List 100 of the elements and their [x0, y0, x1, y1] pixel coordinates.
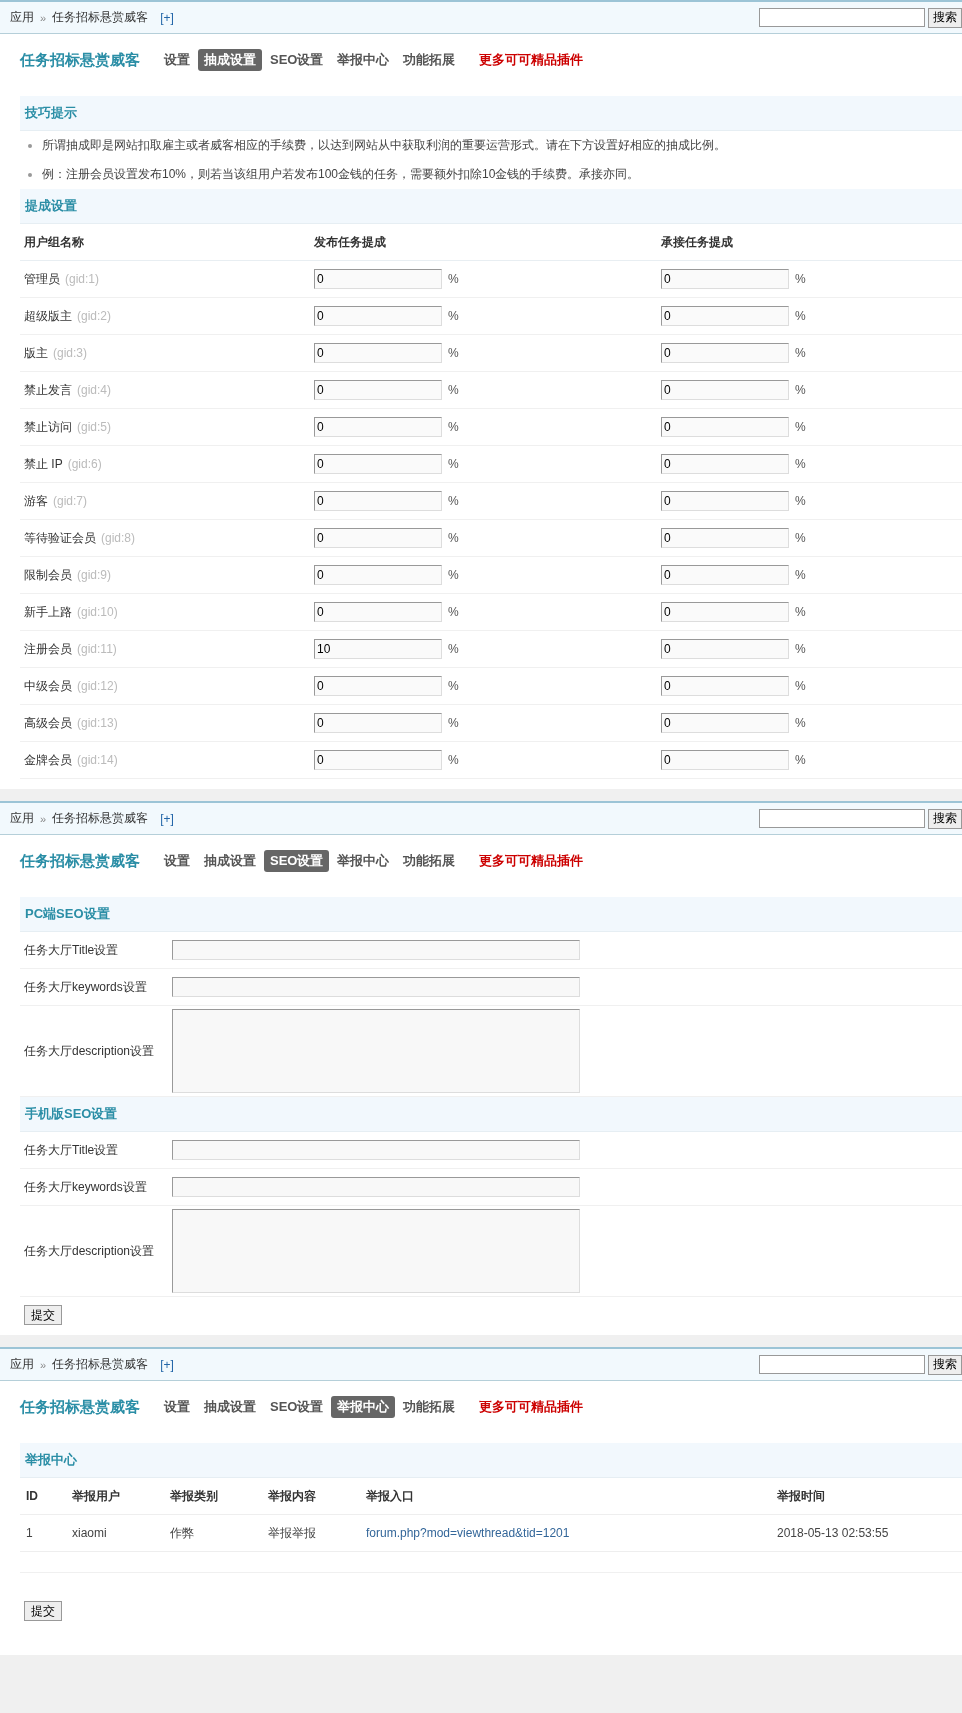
- plugin-title: 任务招标悬赏威客: [20, 851, 140, 871]
- percent-field[interactable]: 0: [314, 417, 442, 437]
- percent-field[interactable]: 0: [661, 602, 789, 622]
- search-button[interactable]: 搜索: [928, 1354, 962, 1375]
- text-field[interactable]: [172, 977, 580, 997]
- percent-unit: %: [448, 420, 459, 434]
- group-id: (gid:7): [53, 494, 87, 508]
- section-title: 举报中心: [20, 1443, 962, 1478]
- percent-field[interactable]: 0: [661, 343, 789, 363]
- percent-unit: %: [448, 642, 459, 656]
- search-field[interactable]: [759, 8, 925, 27]
- percent-field[interactable]: 0: [661, 528, 789, 548]
- text-field[interactable]: [172, 940, 580, 960]
- group-name: 限制会员: [24, 566, 72, 584]
- breadcrumb-link[interactable]: 任务招标悬赏威客: [52, 810, 149, 827]
- tip-text: 例：注册会员设置发布10%，则若当该组用户若发布100金钱的任务，需要额外扣除10金钱的手续费。承接亦同。: [42, 166, 640, 183]
- percent-field[interactable]: 0: [314, 565, 442, 585]
- submit-button[interactable]: 提交: [24, 1601, 62, 1621]
- percent-field[interactable]: 0: [314, 713, 442, 733]
- nav-tab[interactable]: 功能拓展: [397, 49, 462, 71]
- group-id: (gid:2): [77, 309, 111, 323]
- percent-field[interactable]: 0: [661, 676, 789, 696]
- nav-tab[interactable]: 抽成设置: [198, 49, 262, 71]
- section-title: PC端SEO设置: [20, 897, 962, 932]
- nav-tab[interactable]: 设置: [158, 850, 196, 872]
- add-shortcut-link[interactable]: [+]: [160, 1357, 174, 1372]
- percent-unit: %: [795, 346, 806, 360]
- nav-tab[interactable]: 抽成设置: [198, 1396, 262, 1418]
- percent-field[interactable]: 0: [661, 269, 789, 289]
- percent-unit: %: [795, 642, 806, 656]
- nav-tab[interactable]: SEO设置: [264, 850, 330, 872]
- percent-field[interactable]: 0: [314, 528, 442, 548]
- percent-field[interactable]: 0: [661, 380, 789, 400]
- percent-field[interactable]: 0: [661, 565, 789, 585]
- group-name: 新手上路: [24, 603, 72, 621]
- search-field[interactable]: [759, 1355, 925, 1374]
- group-name: 管理员: [24, 270, 60, 288]
- percent-field[interactable]: 0: [661, 639, 789, 659]
- nav-tab[interactable]: 举报中心: [331, 49, 396, 71]
- percent-unit: %: [448, 531, 459, 545]
- group-id: (gid:3): [53, 346, 87, 360]
- percent-field[interactable]: 0: [314, 343, 442, 363]
- breadcrumb-separator: »: [40, 1358, 47, 1371]
- nav-tab[interactable]: 抽成设置: [198, 850, 262, 872]
- nav-tab[interactable]: 功能拓展: [397, 850, 462, 872]
- breadcrumb-link[interactable]: 应用: [10, 9, 34, 26]
- breadcrumb-link[interactable]: 应用: [10, 810, 34, 827]
- percent-field[interactable]: 0: [314, 676, 442, 696]
- percent-field[interactable]: 0: [661, 491, 789, 511]
- group-name: 等待验证会员: [24, 529, 96, 547]
- plugin-title: 任务招标悬赏威客: [20, 1397, 140, 1417]
- field-label: 任务大厅keywords设置: [24, 978, 148, 996]
- search-button[interactable]: 搜索: [928, 7, 962, 28]
- field-label: 任务大厅description设置: [24, 1042, 156, 1060]
- group-id: (gid:11): [77, 642, 117, 656]
- more-plugins-link[interactable]: 更多可可精品插件: [479, 51, 584, 69]
- tip-text: 所谓抽成即是网站扣取雇主或者威客相应的手续费，以达到网站从中获取利润的重要运营形式。请在下方设置好相应的抽成比例。: [42, 137, 726, 154]
- percent-unit: %: [448, 309, 459, 323]
- breadcrumb-link[interactable]: 应用: [10, 1356, 34, 1373]
- percent-field[interactable]: 0: [314, 269, 442, 289]
- percent-field[interactable]: 0: [661, 713, 789, 733]
- report-link[interactable]: forum.php?mod=viewthread&tid=1201: [366, 1526, 570, 1540]
- percent-field[interactable]: 0: [661, 454, 789, 474]
- percent-field[interactable]: 0: [661, 750, 789, 770]
- nav-tab[interactable]: 举报中心: [331, 850, 396, 872]
- percent-field[interactable]: 0: [314, 306, 442, 326]
- nav-tab[interactable]: 设置: [158, 1396, 196, 1418]
- nav-tab[interactable]: SEO设置: [264, 49, 330, 71]
- search-field[interactable]: [759, 809, 925, 828]
- percent-field[interactable]: 0: [314, 750, 442, 770]
- percent-field[interactable]: 0: [314, 491, 442, 511]
- nav-tab[interactable]: 举报中心: [331, 1396, 396, 1418]
- add-shortcut-link[interactable]: [+]: [160, 811, 174, 826]
- percent-field[interactable]: 0: [661, 417, 789, 437]
- search-button[interactable]: 搜索: [928, 808, 962, 829]
- more-plugins-link[interactable]: 更多可可精品插件: [479, 852, 584, 870]
- group-name: 高级会员: [24, 714, 72, 732]
- percent-unit: %: [795, 605, 806, 619]
- percent-unit: %: [795, 753, 806, 767]
- percent-field[interactable]: 0: [314, 602, 442, 622]
- percent-unit: %: [795, 716, 806, 730]
- add-shortcut-link[interactable]: [+]: [160, 10, 174, 25]
- percent-field[interactable]: 0: [314, 380, 442, 400]
- group-name: 版主: [24, 344, 48, 362]
- text-field[interactable]: [172, 1177, 580, 1197]
- text-field[interactable]: [172, 1140, 580, 1160]
- percent-field[interactable]: 0: [314, 454, 442, 474]
- percent-field[interactable]: 0: [661, 306, 789, 326]
- breadcrumb-link[interactable]: 任务招标悬赏威客: [52, 9, 149, 26]
- breadcrumb-link[interactable]: 任务招标悬赏威客: [52, 1356, 149, 1373]
- field-label: 任务大厅Title设置: [24, 941, 120, 959]
- percent-field[interactable]: 10: [314, 639, 442, 659]
- nav-tab[interactable]: 设置: [158, 49, 196, 71]
- nav-tab[interactable]: 功能拓展: [397, 1396, 462, 1418]
- nav-tab[interactable]: SEO设置: [264, 1396, 330, 1418]
- percent-unit: %: [795, 679, 806, 693]
- submit-button[interactable]: 提交: [24, 1305, 62, 1325]
- more-plugins-link[interactable]: 更多可可精品插件: [479, 1398, 584, 1416]
- column-header: 发布任务提成: [314, 233, 386, 251]
- percent-unit: %: [448, 346, 459, 360]
